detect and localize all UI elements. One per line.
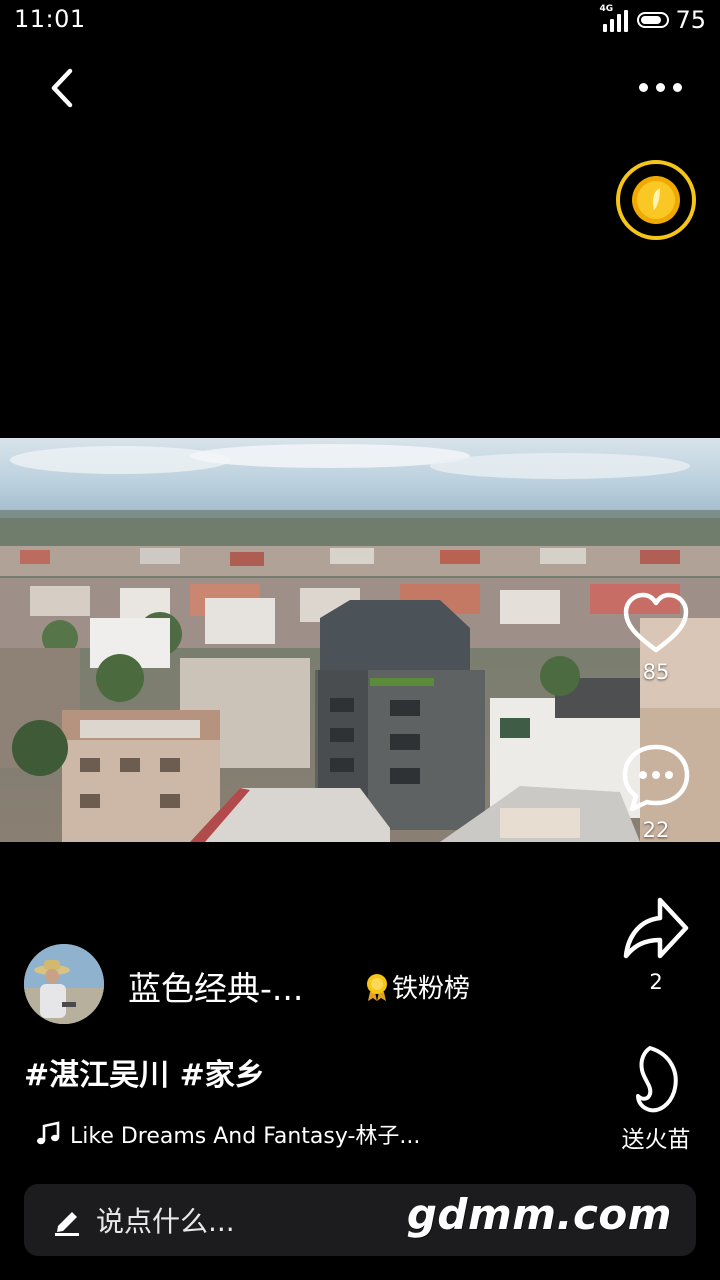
back-button[interactable] xyxy=(40,62,88,114)
music-title: Like Dreams And Fantasy-林子... xyxy=(70,1124,421,1149)
comment-count: 22 xyxy=(642,818,670,842)
status-icons: 4G 75 xyxy=(599,4,706,34)
like-count: 85 xyxy=(642,660,670,684)
heart-icon xyxy=(623,592,689,653)
send-flame-label: 送火苗 xyxy=(621,1127,691,1153)
send-flame-button[interactable]: 送火苗 xyxy=(612,1044,700,1154)
like-button[interactable]: 85 xyxy=(612,590,700,684)
pencil-icon xyxy=(55,1212,79,1236)
comment-bubble-icon xyxy=(622,744,690,812)
flame-icon xyxy=(636,1046,678,1113)
more-dots-icon xyxy=(638,82,648,92)
comment-button[interactable]: 22 xyxy=(612,742,700,842)
author-name[interactable]: 蓝色经典-... xyxy=(128,962,303,1010)
medal-icon xyxy=(367,973,387,1001)
coin-icon xyxy=(616,160,696,240)
signal-icon: 4G xyxy=(599,4,631,32)
share-button[interactable]: 2 xyxy=(612,894,700,994)
share-count: 2 xyxy=(649,970,663,994)
music-note-icon xyxy=(37,1121,60,1145)
comment-input[interactable]: 说点什么... gdmm.com xyxy=(24,1184,696,1256)
battery-level: 75 xyxy=(675,6,706,34)
avatar-image xyxy=(24,944,104,1024)
site-watermark: gdmm.com xyxy=(406,1190,672,1239)
fan-rank-label: 铁粉榜 xyxy=(392,974,471,1004)
music-track[interactable]: Like Dreams And Fantasy-林子... xyxy=(36,1118,420,1150)
share-arrow-icon xyxy=(623,897,689,959)
status-time: 11:01 xyxy=(14,5,86,33)
comment-placeholder: 说点什么... xyxy=(96,1205,235,1238)
chevron-left-icon xyxy=(51,68,73,108)
battery-icon xyxy=(637,12,670,28)
coin-reward-button[interactable] xyxy=(614,158,698,242)
post-hashtags[interactable]: #湛江吴川 #家乡 xyxy=(24,1050,265,1094)
fan-rank-button[interactable]: 铁粉榜 xyxy=(364,968,470,1005)
author-avatar[interactable] xyxy=(24,944,104,1024)
more-options-button[interactable] xyxy=(630,72,690,102)
